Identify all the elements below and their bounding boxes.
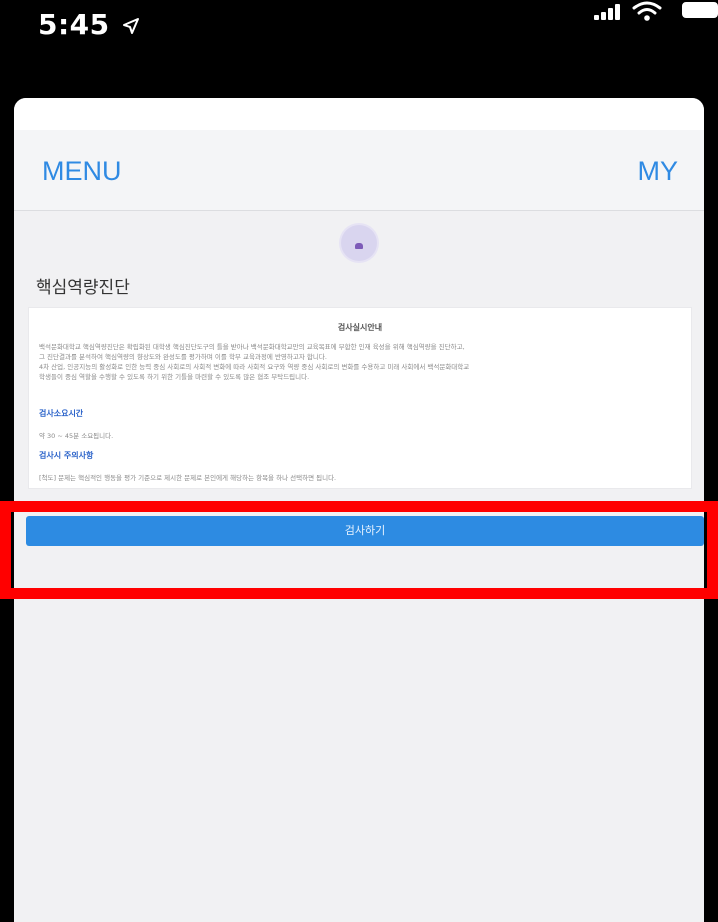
status-time: 5:45 xyxy=(38,8,140,41)
profile-avatar-icon xyxy=(341,225,377,261)
location-arrow-icon xyxy=(122,18,139,34)
main-content: 핵심역량진단 검사실시안내 백석문화대학교 핵심역량진단은 확립화된 대학생 핵… xyxy=(14,211,704,922)
device-frame-right xyxy=(704,0,718,922)
battery-icon xyxy=(682,2,718,18)
info-body: 백석문화대학교 핵심역량진단은 확립화된 대학생 핵심진단도구의 틀을 받아나 … xyxy=(39,342,679,382)
caution-heading: 검사시 주의사항 xyxy=(39,451,94,460)
wifi-icon xyxy=(632,1,662,21)
info-body-line: 백석문화대학교 핵심역량진단은 확립화된 대학생 핵심진단도구의 틀을 받아나 … xyxy=(39,343,465,351)
info-body-line: 4차 산업, 인공지능의 활성화로 인한 능력 중심 사회로의 사회적 변화에 … xyxy=(39,363,470,371)
menu-button[interactable]: MENU xyxy=(42,156,122,187)
time-text: 약 30 ~ 45분 소요됩니다. xyxy=(39,432,114,440)
caution-text: [척도] 문제는 핵심적인 행동을 평가 기준으로 제시한 문제로 본인에게 해… xyxy=(39,474,337,482)
info-card: 검사실시안내 백석문화대학교 핵심역량진단은 확립화된 대학생 핵심진단도구의 … xyxy=(28,307,692,489)
cellular-signal-icon xyxy=(594,4,622,20)
page-title: 핵심역량진단 xyxy=(36,278,130,298)
app-sheet: MENU MY 핵심역량진단 검사실시안내 백석문화대학교 핵심역량진단은 확립… xyxy=(14,98,704,922)
info-body-line: 학생들이 중심 역할을 수행할 수 있도록 하기 위한 기틀을 마련할 수 있도… xyxy=(39,373,310,381)
device-frame-left xyxy=(0,0,14,922)
start-test-button[interactable]: 검사하기 xyxy=(26,516,704,546)
info-body-line: 그 진단결과를 분석하여 핵심역량의 향상도와 완성도를 평가하며 이를 학부 … xyxy=(39,353,327,361)
app-header: MENU MY xyxy=(14,130,704,211)
status-time-label: 5:45 xyxy=(38,8,110,41)
time-heading: 검사소요시간 xyxy=(39,409,84,418)
status-bar: 5:45 xyxy=(0,0,718,44)
info-heading: 검사실시안내 xyxy=(337,323,383,332)
my-button[interactable]: MY xyxy=(638,156,679,187)
sheet-top-bar xyxy=(14,98,704,130)
